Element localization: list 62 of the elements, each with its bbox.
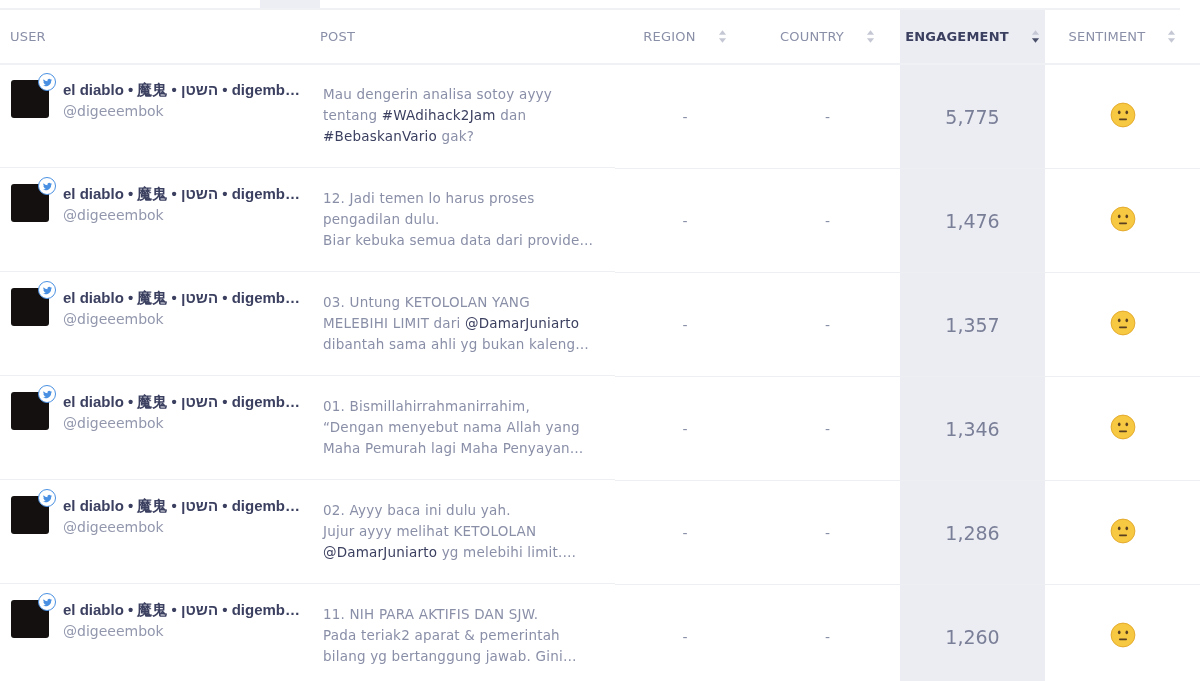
post-text: 12. Jadi temen lo harus proses pengadilan dulu. Biar kebuka semua data dari provide… [323, 189, 595, 250]
post-link[interactable]: @DamarJuniarto [465, 315, 580, 331]
engagement-value: 1,357 [945, 313, 1000, 336]
neutral-face-icon [1109, 101, 1136, 128]
user-handle: @digeeembok [63, 519, 164, 535]
country-value: - [824, 628, 831, 645]
column-header[interactable]: ENGAGEMENT [905, 29, 1009, 44]
neutral-face-icon [1109, 309, 1136, 336]
region-value: - [682, 628, 688, 645]
bird-badge-icon [38, 385, 56, 403]
column-header: USER [10, 29, 46, 44]
user-handle: @digeeembok [63, 623, 164, 639]
user-name: el diablo • 魔鬼 • השטן • digemb… [63, 185, 300, 204]
region-value: - [682, 108, 688, 125]
region-value: - [682, 420, 688, 437]
region-value: - [682, 212, 688, 229]
user-name: el diablo • 魔鬼 • השטן • digemb… [63, 81, 300, 100]
engagement-value: 1,476 [945, 209, 1000, 232]
bird-badge-icon [38, 489, 56, 507]
engagement-value: 1,260 [945, 625, 1000, 648]
avatar-image [11, 392, 49, 430]
avatar-image [11, 288, 49, 326]
post-text: Mau dengerin analisa sotoy ayyy tentang #WAdihack2Jam dan #BebaskanVario gak? [323, 85, 553, 146]
avatar-image [11, 600, 49, 638]
country-value: - [824, 524, 831, 541]
user-name: el diablo • 魔鬼 • השטן • digemb… [63, 393, 300, 412]
sort-icon[interactable] [1030, 29, 1040, 44]
neutral-face-icon [1109, 205, 1136, 232]
user-handle: @digeeembok [63, 311, 164, 327]
user-handle: @digeeembok [63, 415, 164, 431]
post-text: 02. Ayyy baca ini dulu yah. Jujur ayyy melihat KETOLOLAN @DamarJuniarto yg melebihi limit.… [323, 501, 578, 562]
user-name: el diablo • 魔鬼 • השטן • digemb… [63, 601, 300, 620]
bird-badge-icon [38, 177, 56, 195]
bird-badge-icon [38, 593, 56, 611]
engagement-value: 1,346 [945, 417, 1000, 440]
avatar-image [11, 80, 49, 118]
post-link[interactable]: #WAdihack2Jam [381, 107, 496, 123]
engagement-value: 1,286 [945, 521, 1000, 544]
country-value: - [824, 316, 831, 333]
country-value: - [824, 108, 831, 125]
bird-badge-icon [38, 281, 56, 299]
neutral-face-icon [1109, 621, 1136, 648]
post-link[interactable]: @DamarJuniarto [323, 544, 438, 560]
post-text: 11. NIH PARA AKTIFIS DAN SJW. Pada teriak2 aparat & pemerintah bilang yg bertanggung jawab. Gini… [323, 605, 578, 666]
post-text: 03. Untung KETOLOLAN YANG MELEBIHI LIMIT dari @DamarJuniarto dibantah sama ahli yg bukan kaleng… [323, 293, 590, 354]
region-value: - [682, 524, 688, 541]
avatar-image [11, 184, 49, 222]
region-value: - [682, 316, 688, 333]
post-text: 01. Bismillahirrahmanirrahim, “Dengan menyebut nama Allah yang Maha Pemurah lagi Maha Penyayan… [323, 397, 585, 458]
bird-badge-icon [38, 73, 56, 91]
user-name: el diablo • 魔鬼 • השטן • digemb… [63, 497, 300, 516]
neutral-face-icon [1109, 413, 1136, 440]
user-name: el diablo • 魔鬼 • השטן • digemb… [63, 289, 300, 308]
neutral-face-icon [1109, 517, 1136, 544]
country-value: - [824, 420, 831, 437]
avatar-image [11, 496, 49, 534]
post-link[interactable]: #BebaskanVario [323, 128, 437, 144]
user-handle: @digeeembok [63, 207, 164, 223]
user-handle: @digeeembok [63, 103, 164, 119]
engagement-value: 5,775 [945, 105, 1000, 128]
country-value: - [824, 212, 831, 229]
column-header: POST [320, 29, 356, 44]
